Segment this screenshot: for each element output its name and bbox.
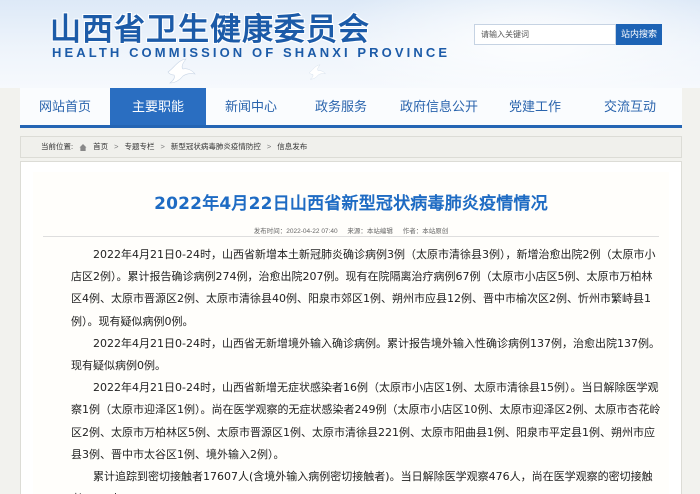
publish-time: 发布时间：2022-04-22 07:40 <box>253 228 338 235</box>
article-paragraph: 2022年4月21日0-24时，山西省新增无症状感染者16例（太原市小店区1例、… <box>71 381 661 461</box>
nav-item-info-disclosure[interactable]: 政府信息公开 <box>386 88 492 125</box>
nav-item-functions[interactable]: 主要职能 <box>110 88 206 125</box>
article-body: 2022年4月21日0-24时，山西省新增本土新冠肺炎确诊病例3例（太原市清徐县… <box>71 244 661 494</box>
site-title-cn[interactable]: 山西省卫生健康委员会 <box>50 4 370 49</box>
nav-item-news[interactable]: 新闻中心 <box>206 88 296 125</box>
nav-item-party-building[interactable]: 党建工作 <box>492 88 578 125</box>
dove-icon <box>308 64 326 80</box>
dove-icon <box>167 58 196 84</box>
article-meta: 发布时间：2022-04-22 07:40 来源：本站编辑 作者：本站原创 <box>33 225 669 235</box>
breadcrumb: 当前位置: 首页 > 专题专栏 > 新型冠状病毒肺炎疫情防控 > 信息发布 <box>20 136 682 158</box>
breadcrumb-item-home[interactable]: 首页 <box>93 137 108 157</box>
home-icon <box>79 143 87 151</box>
search-placeholder: 请输入关键词 <box>481 30 529 39</box>
breadcrumb-separator: > <box>160 142 165 151</box>
breadcrumb-item-topics[interactable]: 专题专栏 <box>124 137 154 157</box>
search-button[interactable]: 站内搜索 <box>616 24 662 45</box>
article-author: 作者：本站原创 <box>402 228 449 235</box>
article-title: 2022年4月22日山西省新型冠状病毒肺炎疫情情况 <box>154 194 548 214</box>
article-source: 来源：本站编辑 <box>347 228 393 235</box>
divider <box>43 236 659 237</box>
nav-item-interaction[interactable]: 交流互动 <box>578 88 682 125</box>
site-header: 山西省卫生健康委员会 HEALTH COMMISSION OF SHANXI P… <box>0 0 700 88</box>
breadcrumb-separator: > <box>114 142 119 151</box>
breadcrumb-item-covid[interactable]: 新型冠状病毒肺炎疫情防控 <box>171 137 261 157</box>
breadcrumb-item-releases[interactable]: 信息发布 <box>277 137 307 157</box>
article-paragraph: 2022年4月21日0-24时，山西省无新增境外输入确诊病例。累计报告境外输入性… <box>71 336 660 373</box>
breadcrumb-separator: > <box>266 142 272 151</box>
breadcrumb-prefix: 当前位置: <box>41 142 74 151</box>
article-paragraph: 2022年4月21日0-24时，山西省新增本土新冠肺炎确诊病例3例（太原市清徐县… <box>71 248 656 328</box>
nav-item-services[interactable]: 政务服务 <box>296 88 386 125</box>
search-input[interactable]: 请输入关键词 <box>474 24 616 45</box>
site-title-en: HEALTH COMMISSION OF SHANXI PROVINCE <box>52 45 451 60</box>
article-panel: 2022年4月22日山西省新型冠状病毒肺炎疫情情况 发布时间：2022-04-2… <box>20 161 682 494</box>
nav-item-home[interactable]: 网站首页 <box>20 88 110 125</box>
main-nav: 网站首页 主要职能 新闻中心 政务服务 政府信息公开 党建工作 交流互动 <box>20 88 682 128</box>
article-paragraph: 累计追踪到密切接触者17607人(含境外输入病例密切接触者)。当日解除医学观察4… <box>71 470 653 494</box>
article-content: 2022年4月22日山西省新型冠状病毒肺炎疫情情况 发布时间：2022-04-2… <box>33 172 669 494</box>
